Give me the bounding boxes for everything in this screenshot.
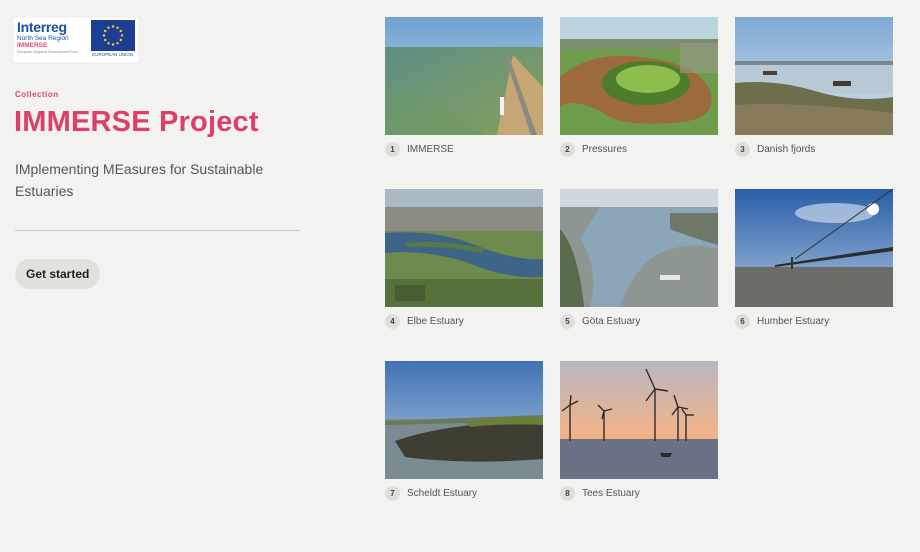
elbe-aerial-image bbox=[385, 189, 543, 307]
eu-emblem: EUROPEAN UNION bbox=[87, 18, 138, 62]
story-title[interactable]: Pressures bbox=[582, 144, 627, 155]
logo-project: IMMERSE bbox=[17, 42, 48, 49]
story-card-elbe-estuary[interactable]: 4 Elbe Estuary bbox=[385, 189, 543, 329]
page-subtitle: IMplementing MEasures for Sustainable Es… bbox=[15, 161, 264, 199]
story-thumbnail[interactable] bbox=[735, 189, 893, 307]
story-card-danish-fjords[interactable]: 3 Danish fjords bbox=[735, 17, 893, 157]
fjord-shore-image bbox=[735, 17, 893, 135]
story-title[interactable]: Danish fjords bbox=[757, 144, 815, 155]
wind-farm-image bbox=[560, 361, 718, 479]
story-title[interactable]: IMMERSE bbox=[407, 144, 454, 155]
story-title[interactable]: Elbe Estuary bbox=[407, 316, 464, 327]
story-caption: 4 Elbe Estuary bbox=[385, 313, 543, 329]
eu-flag-icon bbox=[90, 20, 135, 51]
story-card-pressures[interactable]: 2 Pressures bbox=[560, 17, 718, 157]
story-thumbnail[interactable] bbox=[385, 17, 543, 135]
river-meander-image bbox=[560, 17, 718, 135]
story-number: 6 bbox=[735, 313, 750, 329]
story-caption: 5 Göta Estuary bbox=[560, 313, 718, 329]
story-number: 1 bbox=[385, 141, 400, 157]
logo-region: North Sea Region bbox=[17, 35, 69, 42]
humber-bridge-image bbox=[735, 189, 893, 307]
story-number: 5 bbox=[560, 313, 575, 329]
eu-label: EUROPEAN UNION bbox=[92, 52, 134, 57]
story-caption: 7 Scheldt Estuary bbox=[385, 485, 543, 501]
story-title[interactable]: Humber Estuary bbox=[757, 316, 829, 327]
story-thumbnail[interactable] bbox=[735, 17, 893, 135]
interreg-logo: Interreg North Sea Region IMMERSE Europe… bbox=[14, 18, 138, 62]
story-card-scheldt-estuary[interactable]: 7 Scheldt Estuary bbox=[385, 361, 543, 501]
story-card-humber-estuary[interactable]: 6 Humber Estuary bbox=[735, 189, 893, 329]
story-thumbnail[interactable] bbox=[385, 361, 543, 479]
story-thumbnail[interactable] bbox=[560, 361, 718, 479]
story-number: 7 bbox=[385, 485, 400, 501]
logo-brand: Interreg bbox=[17, 19, 67, 35]
story-card-tees-estuary[interactable]: 8 Tees Estuary bbox=[560, 361, 718, 501]
story-card-gota-estuary[interactable]: 5 Göta Estuary bbox=[560, 189, 718, 329]
story-card-immerse[interactable]: 1 IMMERSE bbox=[385, 17, 543, 157]
story-title[interactable]: Tees Estuary bbox=[582, 488, 640, 499]
story-caption: 2 Pressures bbox=[560, 141, 718, 157]
story-number: 4 bbox=[385, 313, 400, 329]
story-number: 2 bbox=[560, 141, 575, 157]
story-thumbnail[interactable] bbox=[560, 189, 718, 307]
story-caption: 8 Tees Estuary bbox=[560, 485, 718, 501]
collection-eyebrow: Collection bbox=[15, 90, 59, 99]
story-caption: 6 Humber Estuary bbox=[735, 313, 893, 329]
story-caption: 1 IMMERSE bbox=[385, 141, 543, 157]
logo-text: Interreg North Sea Region IMMERSE Europe… bbox=[14, 18, 87, 62]
story-number: 3 bbox=[735, 141, 750, 157]
story-caption: 3 Danish fjords bbox=[735, 141, 893, 157]
divider bbox=[15, 230, 300, 231]
story-thumbnail[interactable] bbox=[560, 17, 718, 135]
gota-harbour-image bbox=[560, 189, 718, 307]
scheldt-shore-image bbox=[385, 361, 543, 479]
story-number: 8 bbox=[560, 485, 575, 501]
coastal-aerial-image bbox=[385, 17, 543, 135]
story-thumbnail[interactable] bbox=[385, 189, 543, 307]
logo-fund: European Regional Development Fund bbox=[17, 50, 78, 54]
story-title[interactable]: Göta Estuary bbox=[582, 316, 640, 327]
page-title: IMMERSE Project bbox=[14, 106, 259, 138]
get-started-button[interactable]: Get started bbox=[15, 259, 101, 289]
story-title[interactable]: Scheldt Estuary bbox=[407, 488, 477, 499]
